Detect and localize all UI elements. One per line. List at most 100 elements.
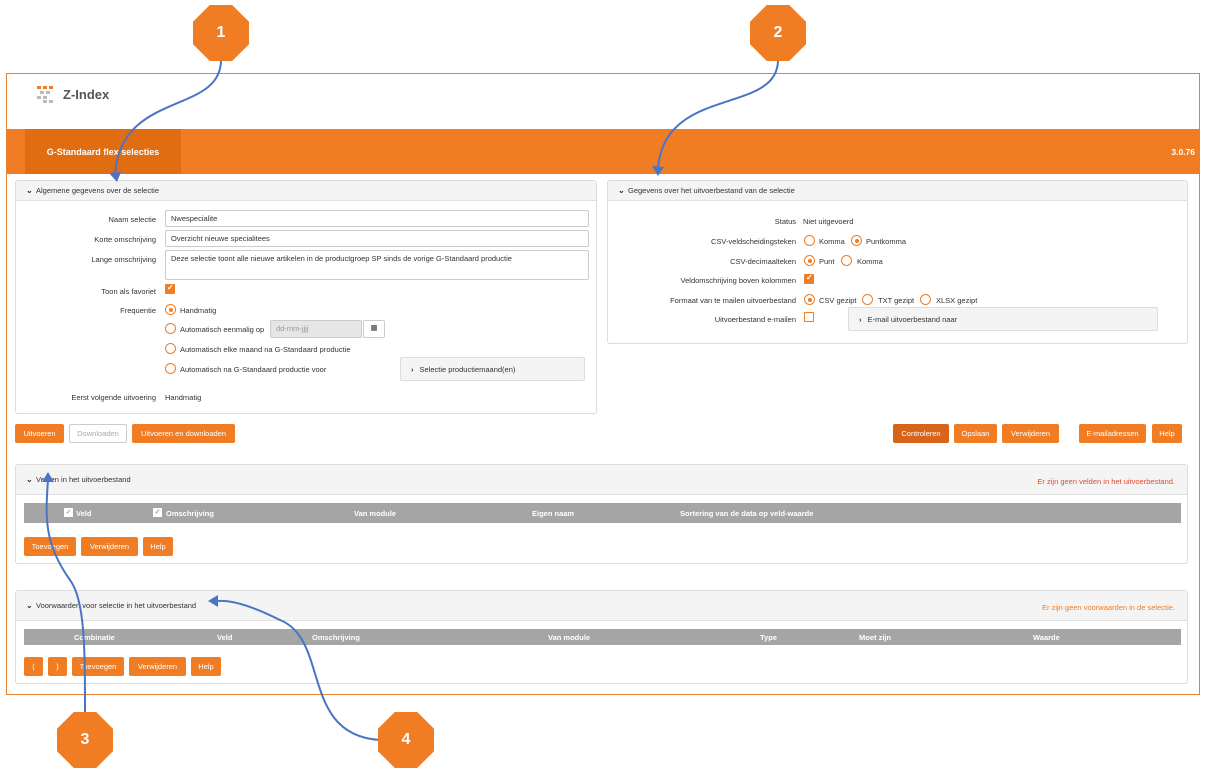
output-panel: ⌄ Gegevens over het uitvoerbestand van de…	[607, 180, 1188, 344]
csv-sep-komma-label: Komma	[819, 237, 845, 246]
close-paren-button[interactable]: )	[48, 657, 67, 676]
csv-sep-puntkomma-radio[interactable]	[851, 235, 862, 246]
version-label: 3.0.76	[1171, 147, 1195, 157]
voorwaarden-help-button[interactable]: Help	[191, 657, 221, 676]
formaat-txt-label: TXT gezipt	[878, 296, 915, 305]
csv-sep-label: CSV-veldscheidingsteken	[710, 237, 796, 246]
select-all-omschrijving-checkbox[interactable]: ✓	[153, 508, 162, 517]
eerst-label: Eerst volgende uitvoering	[71, 393, 156, 402]
chevron-down-icon: ⌄	[26, 186, 33, 195]
app-window: Z-Index G-Standaard flex selecties 3.0.7…	[6, 73, 1200, 695]
date-input[interactable]: dd-mm-jjjj	[270, 320, 362, 338]
uitvoeren-downloaden-button[interactable]: Uitvoeren en downloaden	[132, 424, 235, 443]
naam-label: Naam selectie	[108, 215, 156, 224]
csv-dec-punt-label: Punt	[819, 257, 835, 266]
formaat-txt-radio[interactable]	[862, 294, 873, 305]
formaat-label: Formaat van te mailen uitvoerbestand	[670, 296, 796, 305]
general-panel: ⌄ Algemene gegevens over de selectie Naam…	[15, 180, 597, 414]
veld-boven-checkbox[interactable]	[804, 273, 814, 284]
col-van-module[interactable]: Van module	[354, 509, 396, 518]
emailadressen-button[interactable]: E-mailadressen	[1079, 424, 1146, 443]
col-omschrijving[interactable]: Omschrijving	[166, 509, 214, 518]
formaat-csv-label: CSV gezipt	[819, 296, 857, 305]
col-type[interactable]: Type	[760, 633, 777, 642]
frequentie-label: Frequentie	[120, 306, 156, 315]
chevron-right-icon: ›	[859, 314, 862, 324]
freq-eenmalig-radio[interactable]	[165, 323, 176, 334]
selectie-productiemaand-label: Selectie productiemaand(en)	[419, 364, 516, 374]
eerst-value: Handmatig	[165, 393, 202, 402]
voorwaarden-panel-header[interactable]: ⌄ Voorwaarden voor selectie in het uitvoe…	[16, 591, 1187, 621]
csv-dec-label: CSV-decimaalteken	[730, 257, 796, 266]
velden-help-button[interactable]: Help	[143, 537, 173, 556]
velden-header-text: Velden in het uitvoerbestand	[36, 475, 131, 484]
formaat-csv-radio[interactable]	[804, 294, 815, 305]
select-all-veld-checkbox[interactable]: ✓	[64, 508, 73, 517]
lang-label: Lange omschrijving	[91, 255, 156, 264]
veld-boven-label: Veldomschrijving boven kolommen	[680, 276, 796, 285]
csv-dec-komma-label: Komma	[857, 257, 883, 266]
voorwaarden-panel: ⌄ Voorwaarden voor selectie in het uitvoe…	[15, 590, 1188, 684]
status-label: Status	[774, 217, 796, 226]
col-omschrijving[interactable]: Omschrijving	[312, 633, 360, 642]
velden-panel: ⌄ Velden in het uitvoerbestand Er zijn ge…	[15, 464, 1188, 564]
chevron-down-icon: ⌄	[26, 601, 33, 610]
email-uitvoer-box[interactable]: › E-mail uitvoerbestand naar	[848, 307, 1158, 331]
csv-sep-komma-radio[interactable]	[804, 235, 815, 246]
verwijderen-button[interactable]: Verwijderen	[1002, 424, 1059, 443]
naam-input[interactable]: Nwespecialite	[165, 210, 589, 227]
velden-verwijderen-button[interactable]: Verwijderen	[81, 537, 138, 556]
help-button[interactable]: Help	[1152, 424, 1182, 443]
general-panel-header[interactable]: ⌄ Algemene gegevens over de selectie	[16, 181, 596, 201]
selectie-productiemaand-box[interactable]: › Selectie productiemaand(en)	[400, 357, 585, 381]
top-bar: G-Standaard flex selecties 3.0.76	[7, 129, 1199, 174]
csv-dec-punt-radio[interactable]	[804, 255, 815, 266]
formaat-xlsx-label: XLSX gezipt	[936, 296, 978, 305]
freq-handmatig-radio[interactable]	[165, 304, 176, 315]
chevron-down-icon: ⌄	[26, 475, 33, 484]
opslaan-button[interactable]: Opslaan	[954, 424, 997, 443]
logo-text: Z-Index	[63, 86, 110, 102]
csv-dec-komma-radio[interactable]	[841, 255, 852, 266]
email-uitvoer-label: E-mail uitvoerbestand naar	[867, 314, 958, 324]
kort-input[interactable]: Overzicht nieuwe specialitees	[165, 230, 589, 247]
freq-maandelijks-label: Automatisch elke maand na G-Standaard pr…	[180, 345, 351, 354]
velden-panel-header[interactable]: ⌄ Velden in het uitvoerbestand	[16, 465, 1187, 495]
velden-table-header: ✓ Veld ✓ Omschrijving Van module Eigen n…	[24, 503, 1181, 523]
col-moet-zijn[interactable]: Moet zijn	[859, 633, 891, 642]
voorwaarden-verwijderen-button[interactable]: Verwijderen	[129, 657, 186, 676]
col-veld[interactable]: Veld	[217, 633, 232, 642]
calendar-icon[interactable]: ▦	[363, 320, 385, 338]
voorwaarden-toevoegen-button[interactable]: Toevoegen	[72, 657, 124, 676]
col-eigen-naam[interactable]: Eigen naam	[532, 509, 574, 518]
freq-na-productie-radio[interactable]	[165, 363, 176, 374]
freq-maandelijks-radio[interactable]	[165, 343, 176, 354]
callout-badge-1: 1	[193, 5, 249, 61]
col-waarde[interactable]: Waarde	[1033, 633, 1060, 642]
col-van-module[interactable]: Van module	[548, 633, 590, 642]
downloaden-button[interactable]: Downloaden	[69, 424, 127, 443]
controleren-button[interactable]: Controleren	[893, 424, 949, 443]
favoriet-checkbox[interactable]	[165, 283, 175, 294]
email-label: Uitvoerbestand e-mailen	[714, 315, 796, 324]
logo-icon	[37, 86, 53, 103]
chevron-right-icon: ›	[411, 364, 414, 374]
callout-badge-3: 3	[57, 712, 113, 768]
formaat-xlsx-radio[interactable]	[920, 294, 931, 305]
freq-na-productie-label: Automatisch na G-Standaard productie voo…	[180, 365, 327, 374]
lang-textarea[interactable]: Deze selectie toont alle nieuwe artikele…	[165, 250, 589, 280]
uitvoeren-button[interactable]: Uitvoeren	[15, 424, 64, 443]
output-panel-header[interactable]: ⌄ Gegevens over het uitvoerbestand van de…	[608, 181, 1187, 201]
voorwaarden-table-header: Combinatie Veld Omschrijving Van module …	[24, 629, 1181, 645]
voorwaarden-header-text: Voorwaarden voor selectie in het uitvoer…	[36, 601, 197, 610]
csv-sep-puntkomma-label: Puntkomma	[866, 237, 907, 246]
velden-note: Er zijn geen velden in het uitvoerbestan…	[1037, 477, 1175, 486]
velden-toevoegen-button[interactable]: Toevoegen	[24, 537, 76, 556]
col-veld[interactable]: Veld	[76, 509, 91, 518]
open-paren-button[interactable]: (	[24, 657, 43, 676]
col-sortering[interactable]: Sortering van de data op veld-waarde	[680, 509, 813, 518]
freq-handmatig-label: Handmatig	[180, 306, 217, 315]
col-combinatie[interactable]: Combinatie	[74, 633, 115, 642]
tab-flex-selecties[interactable]: G-Standaard flex selecties	[25, 129, 181, 174]
email-checkbox[interactable]	[804, 312, 814, 322]
